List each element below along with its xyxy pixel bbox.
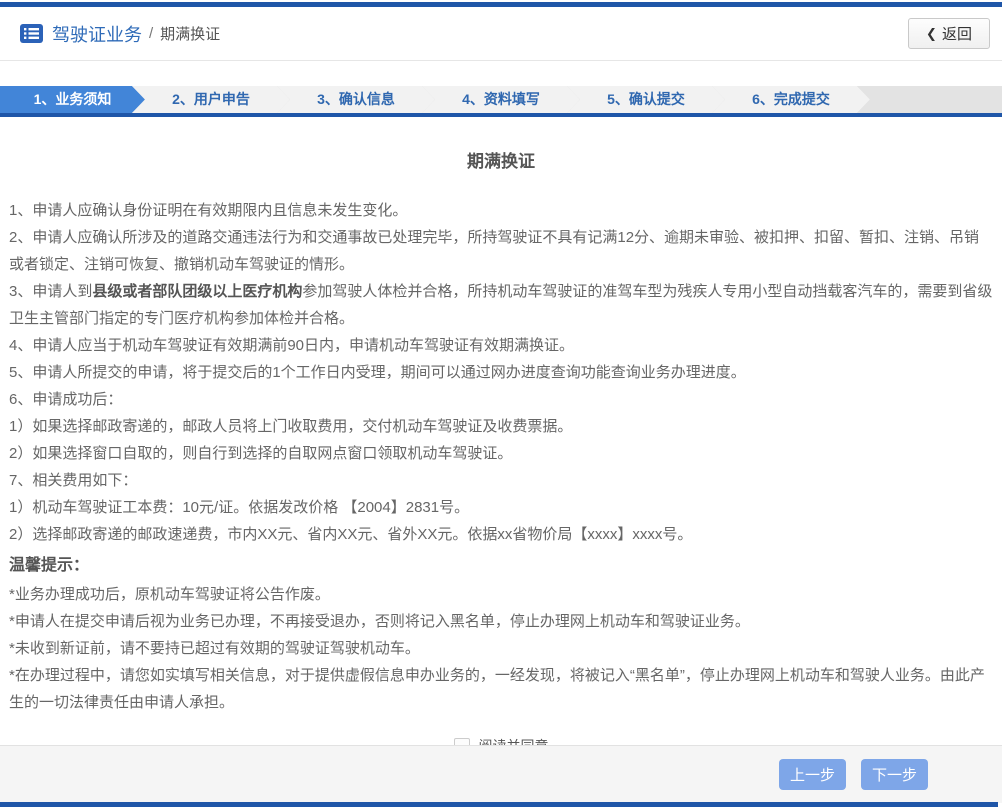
menu-list-icon — [20, 24, 43, 43]
notice-item-3-pre: 3、申请人到 — [9, 283, 93, 300]
back-button[interactable]: ❮ 返回 — [908, 18, 990, 49]
previous-step-button[interactable]: 上一步 — [779, 759, 846, 790]
tips-note-2: *申请人在提交申请后视为业务已办理，不再接受退办，否则将记入黑名单，停止办理网上… — [9, 613, 750, 630]
notice-item-3-emphasis: 县级或者部队团级以上医疗机构 — [92, 283, 303, 300]
tips-note-1: *业务办理成功后，原机动车驾驶证将公告作废。 — [9, 586, 330, 603]
page-title: 期满换证 — [467, 152, 535, 171]
notice-item-5: 5、申请人所提交的申请，将于提交后的1个工作日内受理，期间可以通过网办进度查询功… — [9, 364, 746, 381]
back-button-label: 返回 — [941, 26, 972, 43]
notice-item-6: 6、申请成功后： — [9, 391, 123, 408]
breadcrumb-section[interactable]: 驾驶证业务 — [52, 21, 142, 47]
step-bar-filler — [857, 86, 1002, 113]
step-3-confirm-info: 3、确认信息 — [277, 86, 435, 113]
step-1-business-notice: 1、业务须知 — [0, 86, 145, 113]
step-bar-underline — [0, 113, 1002, 117]
breadcrumb-current: 期满换证 — [160, 26, 221, 43]
notice-item-7: 7、相关费用如下： — [9, 472, 138, 489]
notice-item-6-sub-2: 2）如果选择窗口自取的，则自行到选择的自取网点窗口领取机动车驾驶证。 — [9, 445, 513, 462]
step-progress-bar: 1、业务须知 2、用户申告 3、确认信息 4、资料填写 5、确认提交 6、完成提… — [0, 86, 1002, 113]
notice-item-4: 4、申请人应当于机动车驾驶证有效期满前90日内，申请机动车驾驶证有效期满换证。 — [9, 337, 575, 354]
notice-item-3: 3、申请人到县级或者部队团级以上医疗机构参加驾驶人体检并合格，所持机动车驾驶证的… — [9, 278, 993, 332]
tips-note-3: *未收到新证前，请不要持已超过有效期的驾驶证驾驶机动车。 — [9, 640, 420, 657]
notice-content: 期满换证 1、申请人应确认身份证明在有效期限内且信息未发生变化。 2、申请人应确… — [0, 147, 1002, 756]
next-step-button[interactable]: 下一步 — [861, 759, 928, 790]
page-header: 驾驶证业务 / 期满换证 ❮ 返回 — [0, 7, 1002, 61]
step-5-confirm-submit: 5、确认提交 — [567, 86, 725, 113]
tips-note-4: *在办理过程中，请您如实填写相关信息，对于提供虚假信息申办业务的，一经发现，将被… — [9, 667, 985, 711]
bottom-accent-bar — [0, 802, 998, 807]
notice-item-7-sub-1: 1）机动车驾驶证工本费：10元/证。依据发改价格 【2004】2831号。 — [9, 499, 470, 516]
notice-item-6-sub-1: 1）如果选择邮政寄递的，邮政人员将上门收取费用，交付机动车驾驶证及收费票据。 — [9, 418, 573, 435]
step-6-complete-submit: 6、完成提交 — [712, 86, 870, 113]
step-2-user-declaration: 2、用户申告 — [132, 86, 290, 113]
step-4-fill-materials: 4、资料填写 — [422, 86, 580, 113]
notice-item-2: 2、申请人应确认所涉及的道路交通违法行为和交通事故已处理完毕，所持驾驶证不具有记… — [9, 229, 980, 273]
notice-item-7-sub-2: 2）选择邮政寄递的邮政速递费，市内XX元、省内XX元、省外XX元。依据xx省物价… — [9, 526, 693, 543]
tips-heading: 温馨提示： — [9, 557, 90, 574]
notice-item-1: 1、申请人应确认身份证明在有效期限内且信息未发生变化。 — [9, 202, 408, 219]
chevron-left-icon: ❮ — [926, 25, 937, 41]
footer-action-bar: 上一步 下一步 — [0, 745, 1002, 803]
breadcrumb-separator: / — [149, 25, 154, 42]
